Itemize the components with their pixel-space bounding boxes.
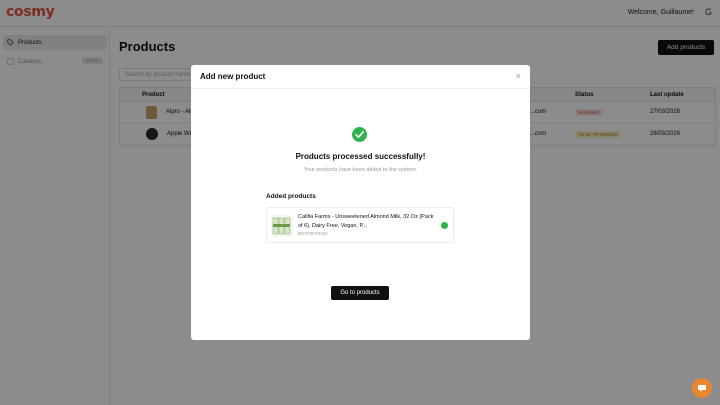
add-product-modal: Add new product × Products processed suc… [191,65,530,340]
modal-header: Add new product × [191,65,530,89]
added-products-label: Added products [266,193,316,200]
success-title: Products processed successfully! [295,152,426,161]
go-to-products-button[interactable]: Go to products [331,286,389,300]
added-product-card: Califia Farms - Unsweetened Almond Milk,… [266,207,454,243]
product-thumbnail [271,215,293,237]
check-icon [441,222,448,234]
modal-title: Add new product [200,72,266,81]
close-icon[interactable]: × [516,71,521,81]
product-sku: B07F3FZ1ND [298,232,328,237]
success-subtitle: Your products have been added to the sys… [303,167,418,173]
product-name: Califia Farms - Unsweetened Almond Milk,… [298,214,434,229]
chat-icon[interactable] [692,378,712,398]
success-check-icon [352,127,367,142]
